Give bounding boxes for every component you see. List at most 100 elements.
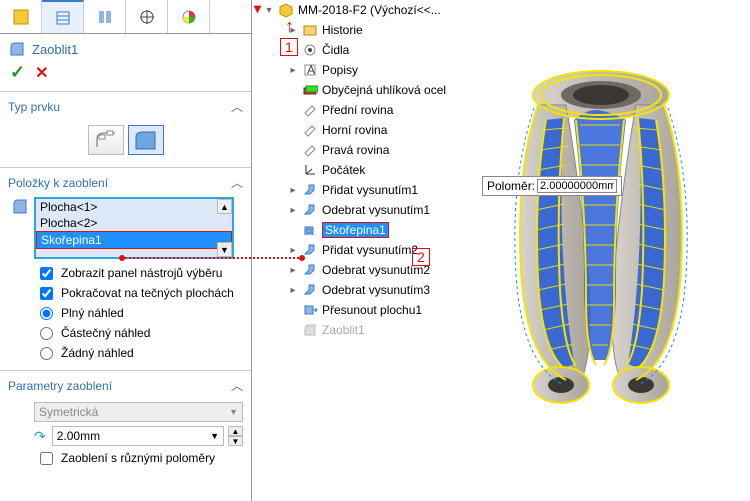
radius-icon: ↷	[34, 428, 46, 445]
section-type-header[interactable]: Typ prvku ︿	[0, 92, 251, 121]
part-icon	[278, 2, 294, 18]
fillet-icon	[8, 40, 26, 58]
expand-icon[interactable]: ▸	[288, 285, 298, 296]
scroll-down-button[interactable]: ▼	[217, 242, 232, 257]
node-icon	[302, 202, 318, 218]
node-label: Počátek	[322, 163, 365, 177]
list-item[interactable]: Plocha<1>	[36, 199, 232, 215]
type-face-fillet-button[interactable]	[128, 125, 164, 155]
node-icon	[302, 102, 318, 118]
type-buttons	[0, 121, 251, 167]
tangent-label: Pokračovat na tečných plochách	[61, 286, 234, 300]
graphics-area: ▾ ↑ 1 ▾ MM-2018-F2 (Výchozí<<... ▸Histor…	[252, 0, 750, 501]
list-item[interactable]: Plocha<2>	[36, 215, 232, 231]
option-row: Pokračovat na tečných plochách	[0, 283, 251, 303]
model-render	[446, 50, 746, 420]
multi-radius-checkbox[interactable]	[40, 452, 53, 465]
expand-icon[interactable]: ▸	[288, 185, 298, 196]
tangent-checkbox[interactable]	[40, 287, 53, 300]
expand-icon[interactable]: ▸	[288, 25, 298, 36]
list-item[interactable]: Skořepina1	[36, 231, 232, 249]
node-label: Obyčejná uhlíková ocel	[322, 83, 446, 97]
type-constant-radius-button[interactable]	[88, 125, 124, 155]
symmetry-combo[interactable]: Symetrická ▼	[34, 402, 243, 422]
chevron-down-icon: ▼	[210, 431, 219, 441]
chevron-up-icon: ︿	[231, 377, 243, 394]
tree-node[interactable]: ▸Historie	[264, 20, 534, 40]
node-icon	[302, 302, 318, 318]
spin-down-button[interactable]: ▼	[228, 436, 243, 446]
preview-full-radio[interactable]	[40, 307, 53, 320]
tooltip-label: Poloměr:	[487, 179, 535, 193]
node-icon	[302, 22, 318, 38]
face-selection-icon	[10, 197, 30, 217]
tab-property-manager[interactable]	[42, 0, 84, 33]
section-params: Parametry zaoblení ︿ Symetrická ▼ ↷ 2.00…	[0, 370, 251, 468]
node-label: Odebrat vysunutím1	[322, 203, 430, 217]
option-row: Částečný náhled	[0, 323, 251, 343]
ok-cancel-bar: ✓ ✕	[0, 60, 251, 91]
spin-up-button[interactable]: ▲	[228, 426, 243, 436]
radius-value: 2.00mm	[57, 429, 100, 443]
expand-icon[interactable]: ▸	[288, 65, 298, 76]
expand-icon[interactable]: ▸	[288, 245, 298, 256]
expand-icon[interactable]: ▸	[288, 265, 298, 276]
node-label: Přední rovina	[322, 103, 393, 117]
node-icon	[302, 282, 318, 298]
tab-configuration-manager[interactable]	[84, 0, 126, 33]
chevron-up-icon: ︿	[231, 174, 243, 191]
tab-display-manager[interactable]	[168, 0, 210, 33]
show-toolbar-checkbox[interactable]	[40, 267, 53, 280]
section-items: Položky k zaoblení ︿ Plocha<1> Plocha<2>…	[0, 167, 251, 370]
node-icon	[302, 142, 318, 158]
selection-listbox[interactable]: Plocha<1> Plocha<2> Skořepina1 ▲ ▼	[34, 197, 234, 259]
node-icon: A	[302, 62, 318, 78]
collapse-icon[interactable]: ▾	[264, 5, 274, 16]
section-items-header[interactable]: Položky k zaoblení ︿	[0, 168, 251, 197]
radius-input[interactable]: 2.00mm ▼	[52, 426, 224, 446]
node-label: Čidla	[322, 43, 349, 57]
model-viewport[interactable]	[446, 50, 746, 420]
preview-none-radio[interactable]	[40, 347, 53, 360]
feature-title: Zaoblit1	[32, 42, 78, 57]
tree-root[interactable]: ▾ MM-2018-F2 (Výchozí<<...	[264, 0, 534, 20]
section-params-label: Parametry zaoblení	[8, 379, 112, 393]
symmetry-value: Symetrická	[39, 405, 98, 419]
option-row: Zobrazit panel nástrojů výběru	[0, 263, 251, 283]
show-toolbar-label: Zobrazit panel nástrojů výběru	[61, 266, 222, 280]
section-params-header[interactable]: Parametry zaoblení ︿	[0, 371, 251, 400]
svg-text:A: A	[307, 63, 315, 77]
section-items-label: Položky k zaoblení	[8, 176, 108, 190]
property-manager-panel: Zaoblit1 ✓ ✕ Typ prvku ︿ Položky k zaobl…	[0, 0, 252, 501]
preview-partial-label: Částečný náhled	[61, 326, 150, 340]
radius-tooltip: Poloměr:	[482, 176, 622, 196]
node-label: Přesunout plochu1	[322, 303, 422, 317]
panel-tabbar	[0, 0, 251, 34]
node-icon	[302, 222, 318, 238]
tooltip-value-input[interactable]	[537, 179, 617, 193]
option-row: Zaoblení s různými poloměry	[0, 448, 251, 468]
option-row: Žádný náhled	[0, 343, 251, 370]
scroll-up-button[interactable]: ▲	[217, 199, 232, 214]
expand-icon[interactable]: ▸	[288, 205, 298, 216]
node-label: Popisy	[322, 63, 358, 77]
node-label: Odebrat vysunutím3	[322, 283, 430, 297]
node-icon	[302, 82, 318, 98]
tab-dimxpert[interactable]	[126, 0, 168, 33]
section-type: Typ prvku ︿	[0, 91, 251, 167]
preview-full-label: Plný náhled	[61, 306, 124, 320]
section-type-label: Typ prvku	[8, 100, 60, 114]
tab-feature-manager[interactable]	[0, 0, 42, 33]
node-label: Skořepina1	[322, 222, 389, 238]
callout-number: 2	[412, 248, 430, 266]
radius-spinner: ▲ ▼	[228, 426, 243, 446]
callout-connector	[122, 257, 302, 259]
tree-root-label: MM-2018-F2 (Výchozí<<...	[298, 3, 441, 17]
node-icon	[302, 182, 318, 198]
node-icon	[302, 162, 318, 178]
preview-partial-radio[interactable]	[40, 327, 53, 340]
ok-button[interactable]: ✓	[10, 62, 25, 83]
node-icon	[302, 322, 318, 338]
flyout-toggle-icon[interactable]: ▾	[254, 0, 261, 17]
cancel-button[interactable]: ✕	[35, 63, 48, 83]
